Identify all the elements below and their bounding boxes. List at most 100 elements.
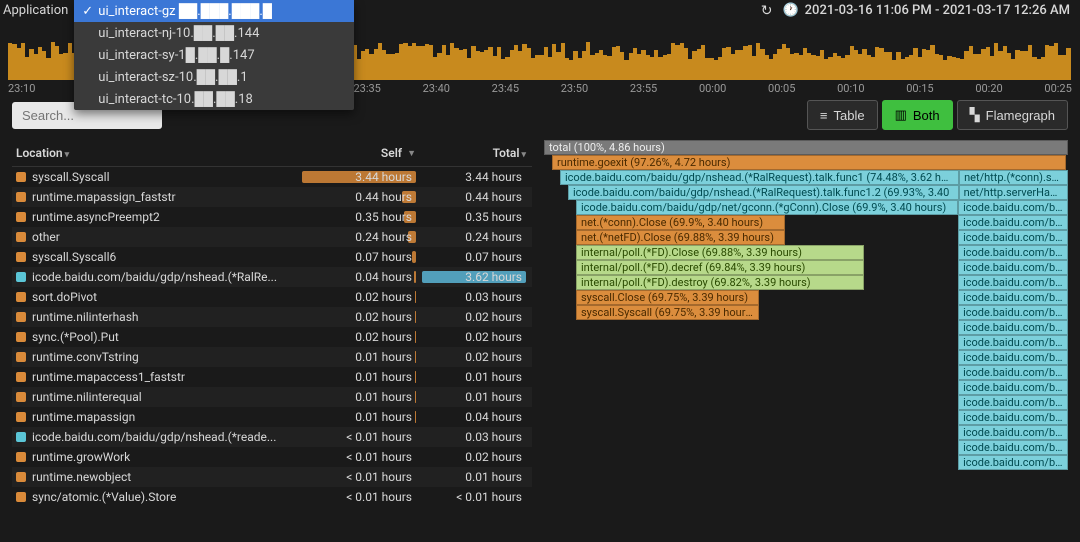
table-row[interactable]: sync/atomic.(*Value).Store< 0.01 hours< … bbox=[12, 487, 532, 507]
flame-frame[interactable]: syscall.Syscall (69.75%, 3.39 hours) bbox=[576, 305, 759, 320]
flame-frame[interactable]: icode.baidu.com/baidu/gdp/nshead.(*RalRe… bbox=[568, 185, 959, 200]
total-value: 0.04 hours bbox=[465, 410, 522, 424]
color-swatch bbox=[16, 192, 26, 202]
location-text: runtime.nilinterhash bbox=[32, 310, 139, 324]
flame-frame[interactable]: icode.baidu.com/baid bbox=[958, 215, 1068, 230]
flame-frame[interactable]: icode.baidu.com/baid bbox=[958, 305, 1068, 320]
location-text: sync/atomic.(*Value).Store bbox=[32, 490, 176, 504]
sort-caret-icon: ▾ bbox=[521, 150, 526, 160]
dropdown-item[interactable]: ui_interact-sy-1█.██.█.147 bbox=[74, 44, 354, 66]
flame-frame[interactable]: icode.baidu.com/baid bbox=[958, 440, 1068, 455]
flame-frame[interactable]: icode.baidu.com/baid bbox=[958, 320, 1068, 335]
flame-frame[interactable]: internal/poll.(*FD).decref (69.84%, 3.39… bbox=[576, 260, 864, 275]
flamegraph-view-button[interactable]: ▚Flamegraph bbox=[957, 100, 1068, 130]
table-row[interactable]: other0.24 hours0.24 hours bbox=[12, 227, 532, 247]
header-self[interactable]: Self▼ bbox=[296, 146, 416, 160]
flame-frame[interactable]: syscall.Close (69.75%, 3.39 hours) bbox=[576, 290, 759, 305]
dropdown-item[interactable]: ui_interact-sz-10.██.██.1 bbox=[74, 66, 354, 88]
timeline-tick: 00:25 bbox=[1044, 82, 1071, 95]
sort-caret-icon: ▾ bbox=[65, 150, 70, 160]
total-value: 0.02 hours bbox=[465, 350, 522, 364]
flame-frame[interactable]: icode.baidu.com/baidu/gdp/net/gconn.(*gC… bbox=[576, 200, 958, 215]
refresh-icon[interactable]: ↻ bbox=[761, 2, 773, 19]
flame-frame[interactable]: icode.baidu.com/baid bbox=[958, 410, 1068, 425]
self-value: 0.02 hours bbox=[355, 310, 412, 324]
timeline-tick: 23:10 bbox=[8, 82, 35, 95]
application-label[interactable]: Application bbox=[0, 0, 74, 21]
total-value: 0.01 hours bbox=[465, 370, 522, 384]
flame-frame[interactable]: internal/poll.(*FD).Close (69.88%, 3.39 … bbox=[576, 245, 864, 260]
flame-frame[interactable]: icode.baidu.com/baid bbox=[958, 200, 1068, 215]
timeline-tick: 23:50 bbox=[561, 82, 588, 95]
dropdown-item[interactable]: ✓ui_interact-gz ██.███.███.█ bbox=[74, 0, 354, 22]
list-icon: ≡ bbox=[820, 108, 828, 123]
color-swatch bbox=[16, 172, 26, 182]
table-row[interactable]: runtime.newobject< 0.01 hours0.01 hours bbox=[12, 467, 532, 487]
dropdown-item[interactable]: ui_interact-nj-10.██.██.144 bbox=[74, 22, 354, 44]
table-row[interactable]: sort.doPivot0.02 hours0.03 hours bbox=[12, 287, 532, 307]
table-row[interactable]: syscall.Syscall60.07 hours0.07 hours bbox=[12, 247, 532, 267]
flame-frame[interactable]: runtime.goexit (97.26%, 4.72 hours) bbox=[552, 155, 1066, 170]
profile-table: Location▾ Self▼ Total▾ syscall.Syscall3.… bbox=[12, 140, 532, 507]
flamegraph[interactable]: total (100%, 4.86 hours)runtime.goexit (… bbox=[544, 140, 1068, 507]
timeline-tick: 23:45 bbox=[492, 82, 519, 95]
columns-icon: ▥ bbox=[895, 107, 907, 123]
table-row[interactable]: runtime.nilinterequal0.01 hours0.01 hour… bbox=[12, 387, 532, 407]
application-dropdown[interactable]: ✓ui_interact-gz ██.███.███.█ui_interact-… bbox=[74, 0, 354, 110]
flame-frame[interactable]: icode.baidu.com/baid bbox=[958, 350, 1068, 365]
flame-frame[interactable]: icode.baidu.com/baid bbox=[958, 395, 1068, 410]
location-text: other bbox=[32, 230, 60, 244]
self-value: < 0.01 hours bbox=[346, 470, 412, 484]
table-row[interactable]: runtime.mapassign0.01 hours0.04 hours bbox=[12, 407, 532, 427]
table-row[interactable]: runtime.asyncPreempt20.35 hours0.35 hour… bbox=[12, 207, 532, 227]
sort-caret-icon: ▼ bbox=[407, 148, 416, 159]
table-row[interactable]: icode.baidu.com/baidu/gdp/nshead.(*RalRe… bbox=[12, 267, 532, 287]
location-text: runtime.convTstring bbox=[32, 350, 139, 364]
flame-frame[interactable]: internal/poll.(*FD).destroy (69.82%, 3.3… bbox=[576, 275, 864, 290]
flame-frame[interactable]: icode.baidu.com/baid bbox=[958, 365, 1068, 380]
both-view-button[interactable]: ▥Both bbox=[882, 100, 953, 130]
table-row[interactable]: syscall.Syscall3.44 hours3.44 hours bbox=[12, 167, 532, 187]
table-row[interactable]: runtime.mapaccess1_faststr0.01 hours0.01… bbox=[12, 367, 532, 387]
color-swatch bbox=[16, 432, 26, 442]
flame-frame[interactable]: icode.baidu.com/baid bbox=[958, 380, 1068, 395]
location-text: runtime.newobject bbox=[32, 470, 131, 484]
table-row[interactable]: icode.baidu.com/baidu/gdp/nshead.(*reade… bbox=[12, 427, 532, 447]
self-value: 0.01 hours bbox=[355, 390, 412, 404]
total-value: 0.35 hours bbox=[465, 210, 522, 224]
color-swatch bbox=[16, 352, 26, 362]
flame-frame[interactable]: net/http.(*conn).serve bbox=[959, 170, 1068, 185]
flame-frame[interactable]: icode.baidu.com/baid bbox=[958, 335, 1068, 350]
flame-frame[interactable]: total (100%, 4.86 hours) bbox=[544, 140, 1068, 155]
flame-frame[interactable]: icode.baidu.com/baid bbox=[958, 275, 1068, 290]
table-row[interactable]: runtime.nilinterhash0.02 hours0.02 hours bbox=[12, 307, 532, 327]
color-swatch bbox=[16, 492, 26, 502]
flame-frame[interactable]: icode.baidu.com/baid bbox=[958, 290, 1068, 305]
time-range-picker[interactable]: 🕐 2021-03-16 11:06 PM - 2021-03-17 12:26… bbox=[782, 3, 1070, 18]
total-value: 0.07 hours bbox=[465, 250, 522, 264]
flame-frame[interactable]: icode.baidu.com/baid bbox=[958, 260, 1068, 275]
header-location[interactable]: Location▾ bbox=[16, 146, 296, 160]
color-swatch bbox=[16, 392, 26, 402]
table-row[interactable]: sync.(*Pool).Put0.02 hours0.02 hours bbox=[12, 327, 532, 347]
flame-frame[interactable]: icode.baidu.com/baid bbox=[958, 245, 1068, 260]
flame-frame[interactable]: net.(*conn).Close (69.9%, 3.40 hours) bbox=[576, 215, 785, 230]
table-row[interactable]: runtime.convTstring0.01 hours0.02 hours bbox=[12, 347, 532, 367]
total-value: 0.44 hours bbox=[465, 190, 522, 204]
location-text: runtime.nilinterequal bbox=[32, 390, 142, 404]
flame-frame[interactable]: net/http.serverHandle bbox=[959, 185, 1068, 200]
table-view-button[interactable]: ≡Table bbox=[807, 100, 878, 130]
flame-frame[interactable]: icode.baidu.com/baid bbox=[958, 455, 1068, 470]
dropdown-item[interactable]: ui_interact-tc-10.██.██.18 bbox=[74, 88, 354, 110]
timeline-tick: 23:40 bbox=[423, 82, 450, 95]
flame-frame[interactable]: icode.baidu.com/baid bbox=[958, 425, 1068, 440]
header-total[interactable]: Total▾ bbox=[416, 146, 526, 160]
flame-frame[interactable]: icode.baidu.com/baid bbox=[958, 230, 1068, 245]
color-swatch bbox=[16, 312, 26, 322]
color-swatch bbox=[16, 412, 26, 422]
flame-frame[interactable]: net.(*netFD).Close (69.88%, 3.39 hours) bbox=[576, 230, 785, 245]
table-row[interactable]: runtime.mapassign_faststr0.44 hours0.44 … bbox=[12, 187, 532, 207]
flame-frame[interactable]: icode.baidu.com/baidu/gdp/nshead.(*RalRe… bbox=[560, 170, 959, 185]
table-row[interactable]: runtime.growWork< 0.01 hours0.02 hours bbox=[12, 447, 532, 467]
color-swatch bbox=[16, 472, 26, 482]
